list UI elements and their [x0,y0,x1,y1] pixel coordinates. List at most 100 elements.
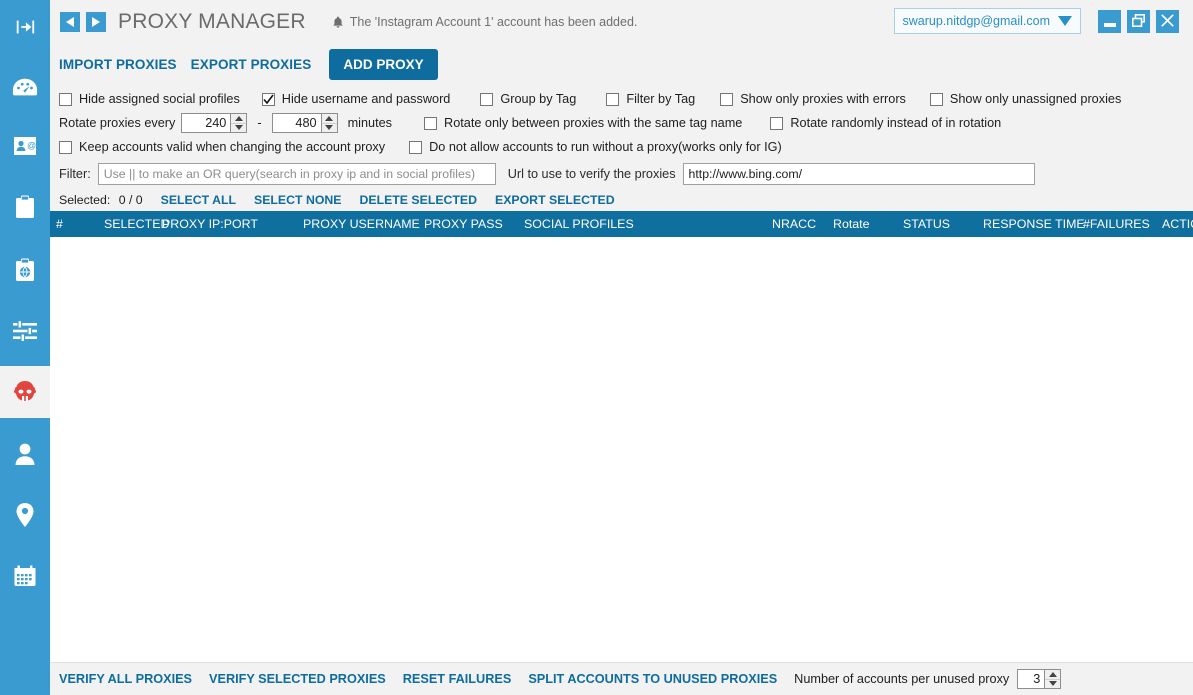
sidebar-item-scheduler[interactable] [0,550,50,602]
label-hide-assigned-social-profiles: Hide assigned social profiles [79,92,240,106]
rotate-max-up[interactable] [321,114,337,124]
rotate-min-up[interactable] [231,114,247,124]
checkbox-show-only-unassigned-proxies[interactable] [929,92,943,106]
column-header-rotate[interactable]: Rotate [833,217,870,231]
rotate-max-stepper[interactable] [271,113,338,133]
rotate-proxies-label: Rotate proxies every [59,116,176,130]
checkbox-hide-assigned-social-profiles[interactable] [59,92,72,106]
rotate-min-arrows [230,114,247,133]
check-icon [263,94,274,104]
accounts-down[interactable] [1045,680,1060,689]
checkbox-filter-by-tag[interactable] [606,92,620,106]
options-row-1: Hide assigned social profiles Hide usern… [59,87,1184,111]
title-bar: PROXY MANAGER The 'Instagram Account 1' … [50,0,1193,44]
column-header-proxy-pass[interactable]: PROXY PASS [424,217,503,231]
export-selected-link[interactable]: EXPORT SELECTED [495,193,615,207]
bell-icon [332,16,344,29]
arrow-down-icon [234,125,243,131]
column-header-selected[interactable]: SELECTED [104,217,169,231]
back-button[interactable] [60,12,80,32]
import-proxies-link[interactable]: IMPORT PROXIES [59,57,177,72]
column-header-index[interactable]: # [56,217,63,231]
export-proxies-link[interactable]: EXPORT PROXIES [191,57,312,72]
delete-selected-link[interactable]: DELETE SELECTED [359,193,477,207]
minutes-label: minutes [347,116,393,130]
column-header-social-profiles[interactable]: SOCIAL PROFILES [524,217,634,231]
sidebar-item-campaigns[interactable] [0,181,50,233]
dashboard-icon [12,76,38,100]
account-email-label: swarup.nitdgp@gmail.com [902,14,1050,28]
accounts-per-proxy-input[interactable] [1018,670,1045,688]
chevron-right-icon [92,17,100,27]
proxy-manager-window: @ PROXY MANAGER The 'Instagram Account 1… [0,0,1193,695]
checkbox-rotate-only-same-tag[interactable] [424,116,438,130]
sidebar-item-profiles[interactable] [0,428,50,480]
svg-text:@: @ [27,141,36,151]
checkbox-do-not-allow-without-proxy[interactable] [409,140,423,154]
sidebar-item-login[interactable] [0,0,50,53]
reset-failures-link[interactable]: RESET FAILURES [403,672,512,686]
checkbox-keep-accounts-valid[interactable] [59,140,72,154]
location-pin-icon [15,502,35,528]
accounts-per-proxy-arrows [1044,670,1061,689]
selected-label: Selected: [59,193,111,207]
verify-all-proxies-link[interactable]: VERIFY ALL PROXIES [59,672,192,686]
sidebar-item-proxy-manager[interactable] [0,366,50,418]
rotate-min-input[interactable] [182,114,231,132]
sidebar-item-web-campaigns[interactable] [0,244,50,296]
restore-icon [1132,13,1145,30]
clipboard-icon [15,195,35,219]
label-rotate-only-same-tag: Rotate only between proxies with the sam… [444,116,743,130]
rotate-max-down[interactable] [322,124,337,133]
sidebar-item-settings[interactable] [0,305,50,357]
label-hide-username-and-password: Hide username and password [281,92,451,106]
minimize-button[interactable] [1098,10,1121,33]
checkbox-hide-username-and-password[interactable] [261,92,275,106]
select-all-link[interactable]: SELECT ALL [161,193,236,207]
accounts-up[interactable] [1045,670,1061,680]
close-button[interactable] [1156,10,1179,33]
arrow-up-icon [325,115,334,121]
sidebar-item-accounts[interactable]: @ [0,120,50,172]
restore-button[interactable] [1127,10,1150,33]
column-header-status[interactable]: STATUS [903,217,950,231]
forward-button[interactable] [86,12,106,32]
column-header-actions[interactable]: ACTIONS [1162,217,1193,231]
chevron-down-icon [1058,16,1072,26]
label-group-by-tag: Group by Tag [500,92,577,106]
column-header-proxy-ip-port[interactable]: PROXY IP:PORT [162,217,258,231]
clipboard-globe-icon [15,258,35,282]
label-filter-by-tag: Filter by Tag [626,92,696,106]
select-none-link[interactable]: SELECT NONE [254,193,341,207]
column-header-failures[interactable]: #FAILURES [1083,217,1150,231]
accounts-per-proxy-stepper[interactable] [1017,669,1062,689]
left-sidebar: @ [0,0,50,695]
verify-url-label: Url to use to verify the proxies [507,167,676,181]
proxy-table-body [50,237,1193,662]
verify-url-input[interactable] [682,163,1035,185]
add-proxy-button[interactable]: ADD PROXY [329,48,438,80]
label-show-only-proxies-with-errors: Show only proxies with errors [740,92,906,106]
sidebar-item-locations[interactable] [0,489,50,541]
verify-selected-proxies-link[interactable]: VERIFY SELECTED PROXIES [209,672,386,686]
column-header-nracc[interactable]: NRACC [772,217,816,231]
account-dropdown[interactable]: swarup.nitdgp@gmail.com [893,8,1081,34]
sidebar-item-dashboard[interactable] [0,62,50,114]
close-icon [1161,13,1174,30]
checkbox-rotate-randomly[interactable] [770,116,784,130]
rotate-min-down[interactable] [231,124,246,133]
rotate-max-input[interactable] [272,114,321,132]
rotate-min-stepper[interactable] [181,113,248,133]
checkbox-group-by-tag[interactable] [480,92,494,106]
filter-input[interactable] [97,163,496,185]
proxy-spy-icon [12,379,38,405]
checkbox-show-only-proxies-with-errors[interactable] [720,92,734,106]
options-row-2: Rotate proxies every - min [59,111,1184,135]
column-header-proxy-username[interactable]: PROXY USERNAME [303,217,420,231]
page-title: PROXY MANAGER [118,10,306,33]
sliders-icon [12,320,38,342]
selection-bar: Selected: 0 / 0 SELECT ALL SELECT NONE D… [50,189,1193,211]
split-accounts-link[interactable]: SPLIT ACCOUNTS TO UNUSED PROXIES [528,672,777,686]
selected-count: Selected: 0 / 0 [59,193,143,207]
column-header-response-time[interactable]: RESPONSE TIME [983,217,1085,231]
